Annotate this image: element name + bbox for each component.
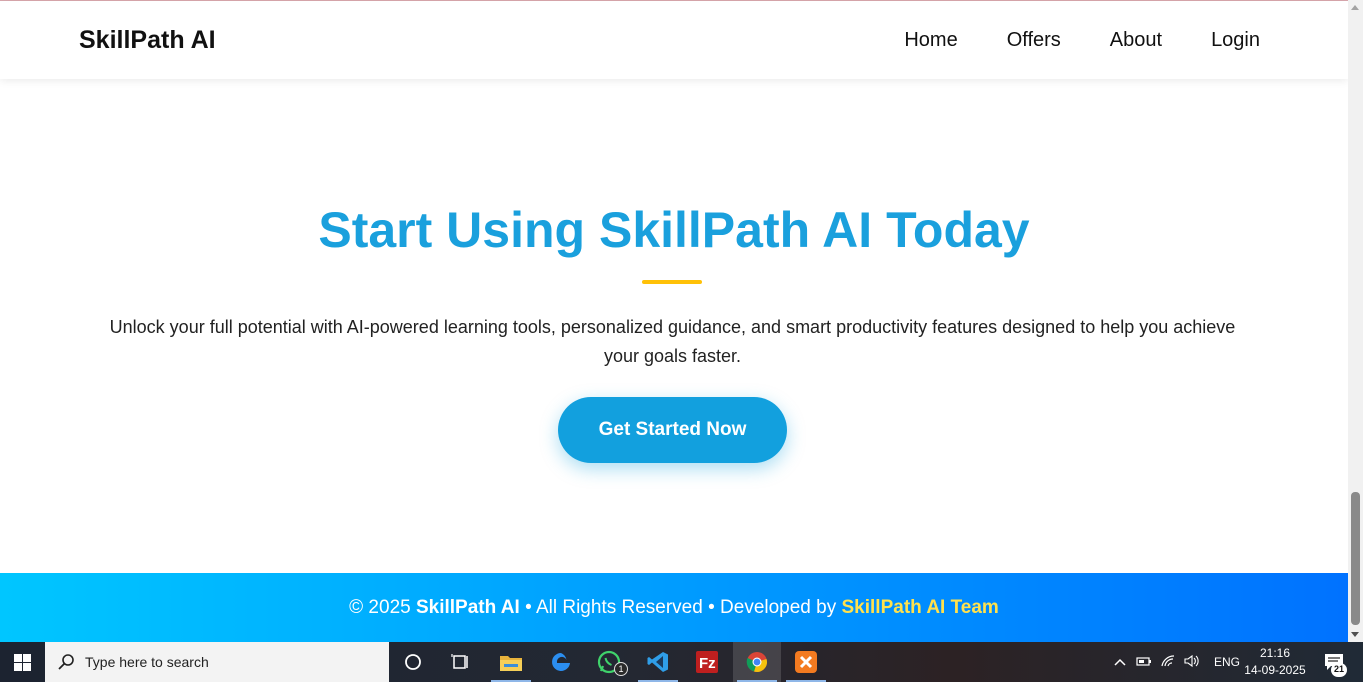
footer-prefix: © 2025 <box>349 596 416 618</box>
scroll-down-arrow-icon[interactable] <box>1351 632 1359 637</box>
footer-brand: SkillPath AI <box>415 596 520 618</box>
vertical-scrollbar[interactable] <box>1348 0 1363 642</box>
vscode-icon[interactable] <box>634 642 682 682</box>
get-started-button[interactable]: Get Started Now <box>558 397 787 463</box>
whatsapp-icon[interactable]: 1 <box>585 642 633 682</box>
task-view-icon[interactable] <box>437 642 485 682</box>
title-divider <box>642 280 702 284</box>
search-icon <box>58 654 74 670</box>
wifi-icon[interactable] <box>1160 654 1178 671</box>
cortana-icon[interactable] <box>389 642 437 682</box>
nav-login[interactable]: Login <box>1211 29 1260 52</box>
filezilla-icon[interactable]: Fz <box>683 642 731 682</box>
nav-about[interactable]: About <box>1110 29 1162 52</box>
file-explorer-icon[interactable] <box>487 642 535 682</box>
nav-links: Home Offers About Login <box>904 29 1260 52</box>
hero-section: Start Using SkillPath AI Today Unlock yo… <box>0 79 1348 573</box>
windows-logo-icon <box>14 653 31 671</box>
notification-center-icon[interactable]: 21 <box>1314 642 1354 682</box>
hero-title: Start Using SkillPath AI Today <box>318 202 1030 258</box>
footer-middle: • All Rights Reserved • Developed by <box>519 596 842 618</box>
edge-icon[interactable] <box>537 642 585 682</box>
volume-icon[interactable] <box>1184 654 1202 671</box>
footer: © 2025 SkillPath AI • All Rights Reserve… <box>0 573 1348 642</box>
clock-time: 21:16 <box>1259 646 1291 660</box>
footer-team: SkillPath AI Team <box>841 596 999 618</box>
language-indicator[interactable]: ENG <box>1214 655 1240 669</box>
battery-icon[interactable] <box>1136 655 1154 669</box>
hero-description: Unlock your full potential with AI-power… <box>109 317 1236 366</box>
taskbar-search-box[interactable]: Type here to search <box>45 642 389 682</box>
show-hidden-icons-icon[interactable] <box>1112 655 1128 669</box>
chrome-icon[interactable] <box>733 642 781 682</box>
system-tray: ENG <box>1112 642 1240 682</box>
clock-date: 14-09-2025 <box>1244 663 1306 677</box>
nav-home[interactable]: Home <box>904 29 957 52</box>
start-button[interactable] <box>0 642 45 682</box>
nav-offers[interactable]: Offers <box>1007 29 1061 52</box>
browser-viewport: SkillPath AI Home Offers About Login Sta… <box>0 0 1348 642</box>
notification-badge: 21 <box>1331 663 1347 677</box>
navbar: SkillPath AI Home Offers About Login <box>0 1 1348 79</box>
scroll-up-arrow-icon[interactable] <box>1351 5 1359 10</box>
whatsapp-badge: 1 <box>614 662 628 676</box>
clock[interactable]: 21:16 14-09-2025 <box>1242 645 1308 679</box>
svg-text:Fz: Fz <box>699 655 716 672</box>
scrollbar-thumb[interactable] <box>1351 492 1360 625</box>
windows-taskbar: Type here to search 1 Fz ENG 21:16 14-09… <box>0 642 1363 682</box>
brand-logo[interactable]: SkillPath AI <box>79 26 216 55</box>
search-placeholder: Type here to search <box>85 654 209 670</box>
xampp-icon[interactable] <box>782 642 830 682</box>
